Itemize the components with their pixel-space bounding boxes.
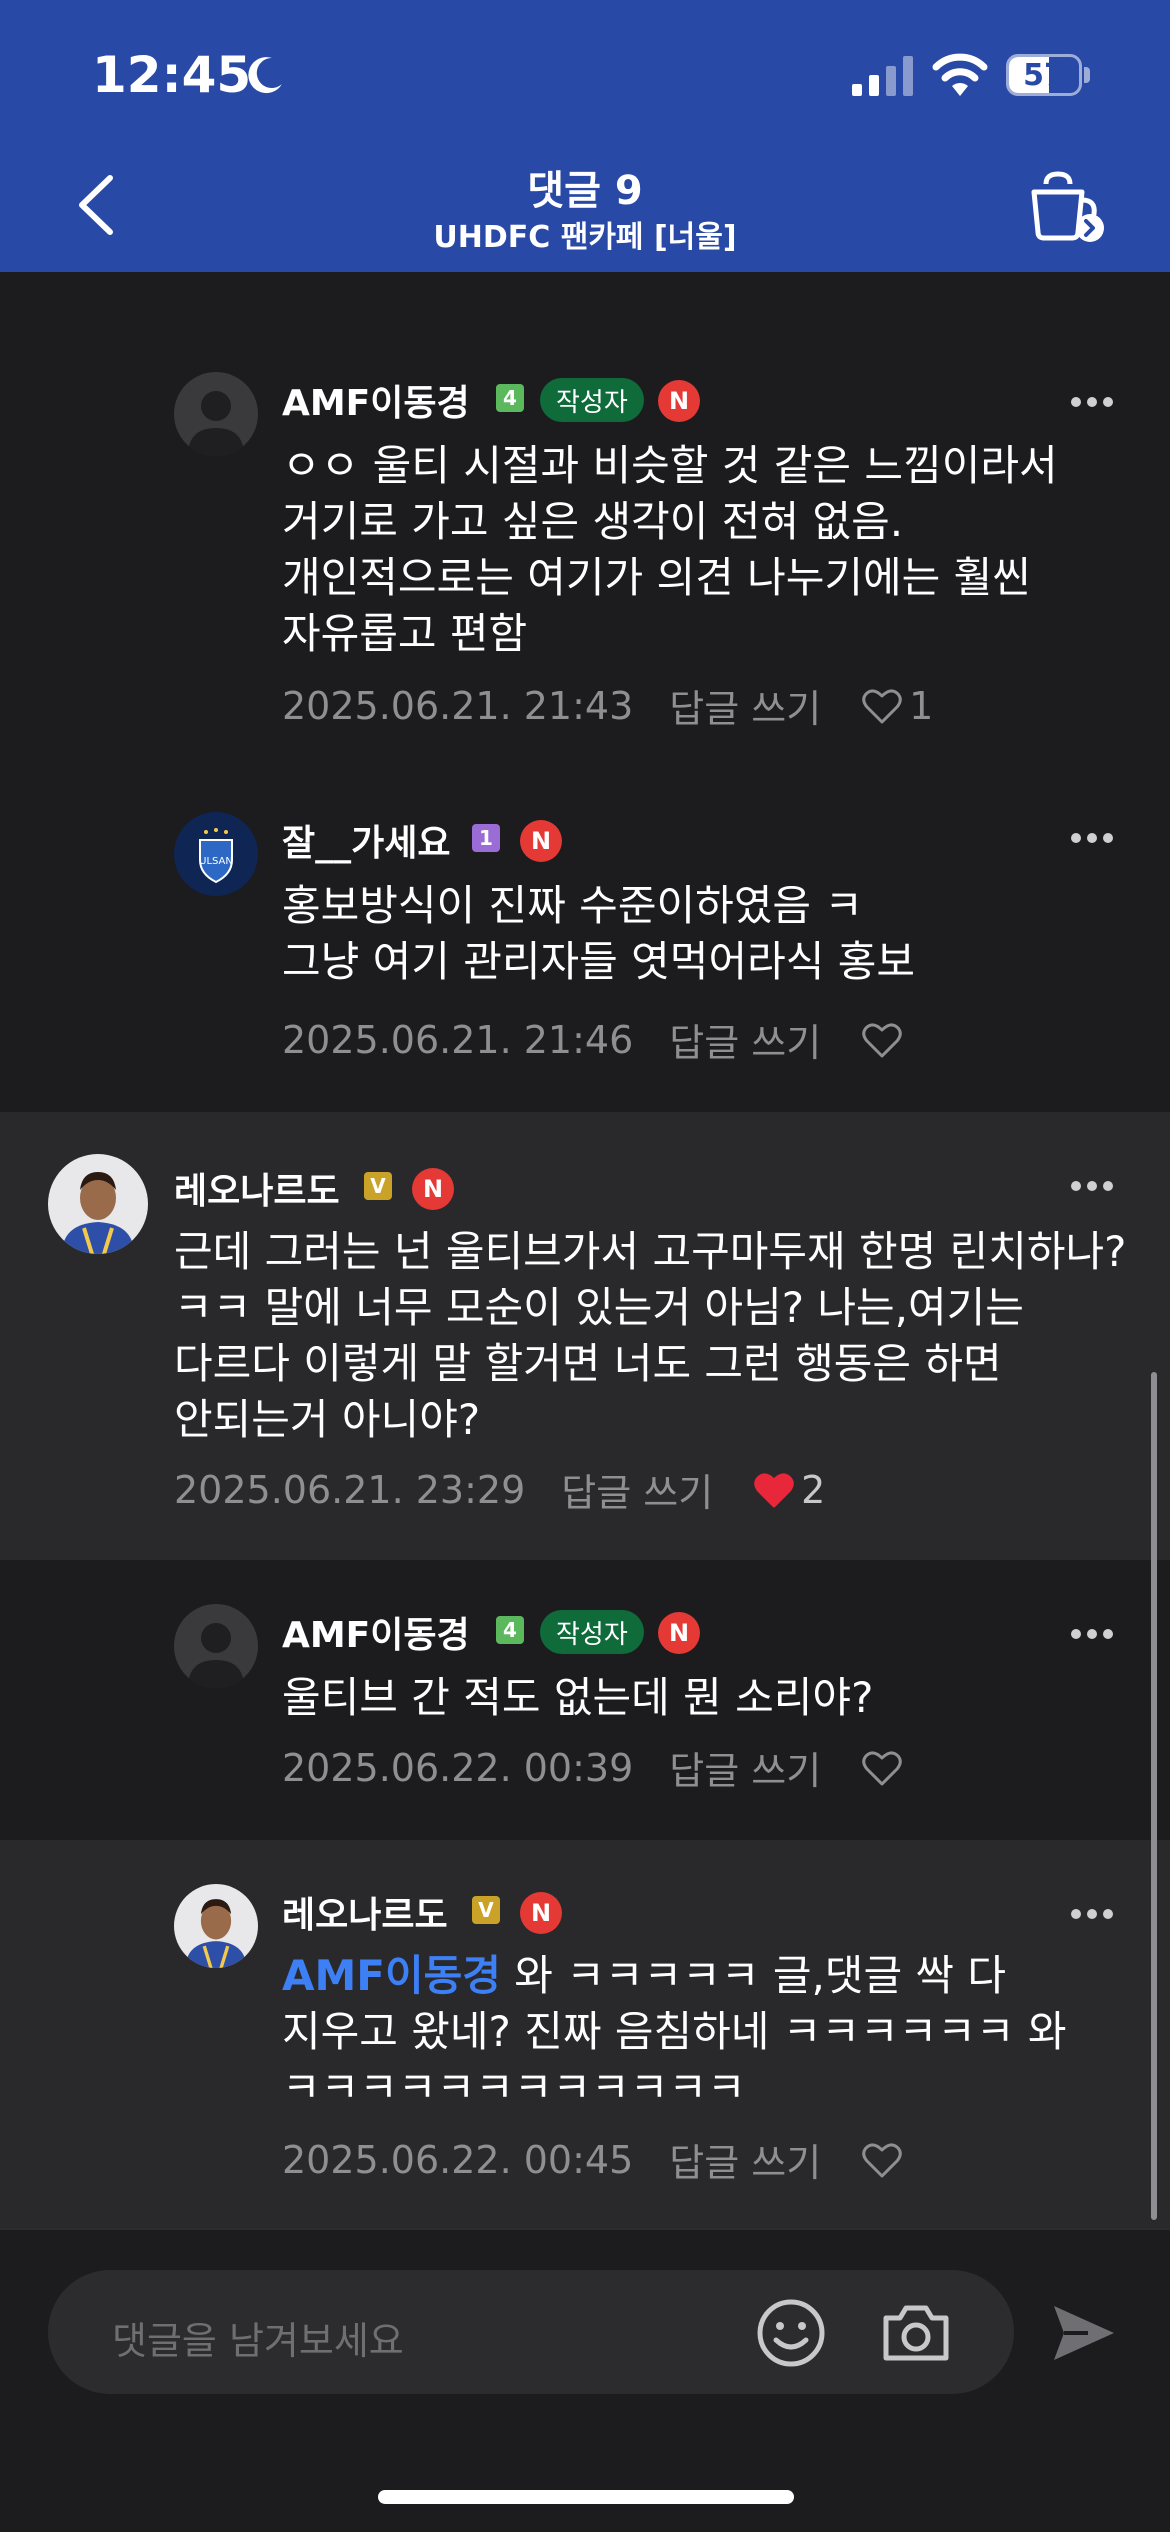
battery-icon: 57 bbox=[1006, 54, 1090, 96]
comment-meta: 2025.06.22. 00:45 답글 쓰기 bbox=[282, 2132, 909, 2187]
more-icon[interactable] bbox=[1070, 396, 1114, 408]
comment-meta: 2025.06.21. 21:43 답글 쓰기 1 bbox=[282, 678, 933, 733]
avatar[interactable] bbox=[174, 1884, 258, 1968]
level-badge: V bbox=[364, 1172, 392, 1200]
level-badge: 4 bbox=[496, 1616, 524, 1644]
more-icon[interactable] bbox=[1070, 1180, 1114, 1192]
comment-date: 2025.06.22. 00:45 bbox=[282, 2137, 634, 2182]
comment-author[interactable]: AMF이동경 bbox=[282, 1606, 470, 1658]
new-badge: N bbox=[658, 380, 700, 422]
home-indicator bbox=[378, 2490, 794, 2504]
level-badge: 4 bbox=[496, 384, 524, 412]
like-count: 1 bbox=[909, 683, 934, 728]
send-icon[interactable] bbox=[1052, 2304, 1116, 2362]
level-badge: 1 bbox=[472, 824, 500, 852]
player-photo-avatar-icon bbox=[174, 1884, 258, 1968]
new-badge: N bbox=[520, 820, 562, 862]
comment-text-line: 그냥 여기 관리자들 엿먹어라식 홍보 bbox=[282, 937, 916, 986]
page-title: 댓글 9 bbox=[527, 168, 643, 214]
top-header: 12:45 57 댓글 9 UHDFC 팬카페 [너울] bbox=[0, 0, 1170, 272]
new-badge: N bbox=[412, 1168, 454, 1210]
avatar[interactable] bbox=[174, 1604, 258, 1688]
reply-button[interactable]: 답글 쓰기 bbox=[669, 1012, 821, 1067]
comment-date: 2025.06.22. 00:39 bbox=[282, 1745, 634, 1790]
reply-button[interactable]: 답글 쓰기 bbox=[669, 2132, 821, 2187]
club-crest-avatar-icon: ULSAN bbox=[174, 812, 258, 896]
comment-date: 2025.06.21. 21:46 bbox=[282, 1017, 634, 1062]
comment-author[interactable]: AMF이동경 bbox=[282, 374, 470, 426]
comment-text-line: 홍보방식이 진짜 수준이하였음 ㅋ bbox=[282, 881, 864, 930]
player-photo-avatar-icon bbox=[48, 1154, 148, 1254]
camera-icon[interactable] bbox=[880, 2300, 952, 2364]
new-badge: N bbox=[658, 1612, 700, 1654]
heart-icon[interactable] bbox=[753, 1470, 795, 1510]
comment-list: · · · · · · · · · · · · · · · · · · · · … bbox=[0, 272, 1170, 2228]
comment-date: 2025.06.21. 21:43 bbox=[282, 683, 634, 728]
comment-item: AMF이동경 4 작성자 N ㅇㅇ 울티 시절과 비슷할 것 같은 느낌이라서 … bbox=[0, 272, 1170, 812]
comment-item: 레오나르도 V N 근데 그러는 넌 울티브가서 고구마두재 한명 린치하나?ㅋ… bbox=[0, 1112, 1170, 1560]
comment-text: ㅇㅇ 울티 시절과 비슷할 것 같은 느낌이라서 거기로 가고 싶은 생각이 전… bbox=[282, 441, 1058, 658]
emoji-icon[interactable] bbox=[756, 2298, 826, 2368]
comment-author[interactable]: 레오나르도 bbox=[282, 1886, 448, 1938]
status-time: 12:45 bbox=[92, 46, 252, 104]
comment-author[interactable]: 잘__가세요 bbox=[282, 814, 450, 866]
reply-button[interactable]: 답글 쓰기 bbox=[669, 1740, 821, 1795]
wifi-icon bbox=[932, 53, 988, 96]
scrollbar[interactable] bbox=[1151, 1372, 1157, 2220]
avatar[interactable]: ULSAN bbox=[174, 812, 258, 896]
comment-text: 홍보방식이 진짜 수준이하였음 ㅋ 그냥 여기 관리자들 엿먹어라식 홍보 bbox=[282, 878, 1122, 990]
heart-icon[interactable] bbox=[861, 1748, 903, 1788]
mention-link[interactable]: AMF이동경 bbox=[282, 1951, 501, 2000]
cafe-name: UHDFC 팬카페 [너울] bbox=[433, 220, 737, 255]
comment-date: 2025.06.21. 23:29 bbox=[174, 1467, 526, 1512]
comment-text: AMF이동경 와 ㅋㅋㅋㅋㅋ 글,댓글 싹 다 지우고 왔네? 진짜 음침하네 … bbox=[282, 1948, 1082, 2116]
comment-item: ULSAN 잘__가세요 1 N 홍보방식이 진짜 수준이하였음 ㅋ 그냥 여기… bbox=[0, 812, 1170, 1112]
reply-button[interactable]: 답글 쓰기 bbox=[561, 1462, 713, 1517]
comment-item: AMF이동경 4 작성자 N 울티브 간 적도 없는데 뭔 소리야? 2025.… bbox=[0, 1560, 1170, 1840]
cafe-cup-icon[interactable] bbox=[1024, 162, 1106, 244]
comment-meta: 2025.06.22. 00:39 답글 쓰기 bbox=[282, 1740, 909, 1795]
battery-level: 57 bbox=[1023, 57, 1065, 93]
comment-item: 레오나르도 V N AMF이동경 와 ㅋㅋㅋㅋㅋ 글,댓글 싹 다 지우고 왔네… bbox=[0, 1840, 1170, 2228]
default-avatar-icon bbox=[174, 372, 258, 456]
moon-icon bbox=[248, 57, 282, 94]
avatar[interactable] bbox=[174, 372, 258, 456]
comment-meta: 2025.06.21. 23:29 답글 쓰기 2 bbox=[174, 1462, 825, 1517]
comment-author[interactable]: 레오나르도 bbox=[174, 1162, 340, 1214]
level-badge: V bbox=[472, 1896, 500, 1924]
heart-icon[interactable] bbox=[861, 1020, 903, 1060]
writer-badge: 작성자 bbox=[540, 1610, 644, 1654]
more-icon[interactable] bbox=[1070, 1908, 1114, 1920]
comment-input-placeholder: 댓글을 남겨보세요 bbox=[112, 2319, 404, 2363]
signal-icon bbox=[852, 56, 913, 96]
heart-icon[interactable] bbox=[861, 686, 903, 726]
comment-input[interactable]: 댓글을 남겨보세요 bbox=[48, 2270, 1014, 2394]
heart-icon[interactable] bbox=[861, 2140, 903, 2180]
reply-button[interactable]: 답글 쓰기 bbox=[669, 678, 821, 733]
comment-meta: 2025.06.21. 21:46 답글 쓰기 bbox=[282, 1012, 909, 1067]
comment-text: 울티브 간 적도 없는데 뭔 소리야? bbox=[282, 1673, 874, 1722]
comment-composer: 댓글을 남겨보세요 bbox=[0, 2228, 1170, 2532]
default-avatar-icon bbox=[174, 1604, 258, 1688]
new-badge: N bbox=[520, 1892, 562, 1934]
more-icon[interactable] bbox=[1070, 1628, 1114, 1640]
svg-text:ULSAN: ULSAN bbox=[199, 856, 233, 867]
more-icon[interactable] bbox=[1070, 832, 1114, 844]
avatar[interactable] bbox=[48, 1154, 148, 1254]
like-count: 2 bbox=[801, 1467, 826, 1512]
writer-badge: 작성자 bbox=[540, 378, 644, 422]
comment-text: 근데 그러는 넌 울티브가서 고구마두재 한명 린치하나?ㅋㅋ 말에 너무 모순… bbox=[174, 1227, 1127, 1444]
